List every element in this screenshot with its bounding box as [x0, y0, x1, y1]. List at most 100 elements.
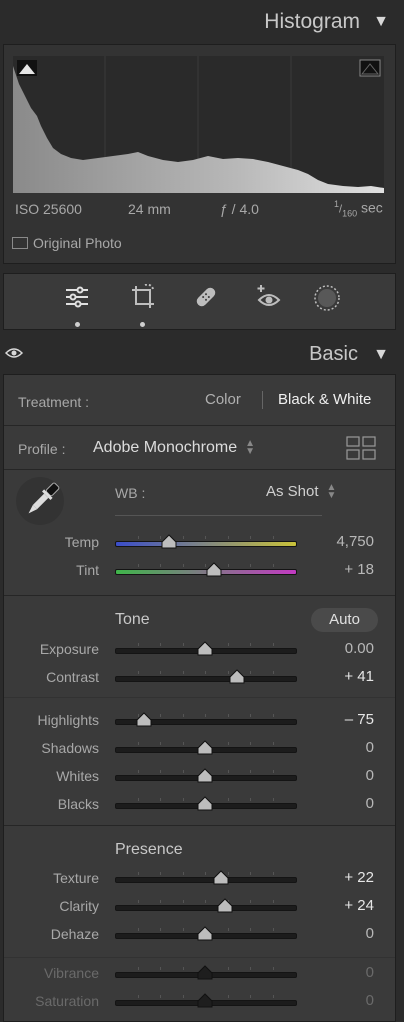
- crop-active-dot: [140, 322, 145, 327]
- histogram-title[interactable]: Histogram: [264, 10, 360, 34]
- masking-icon[interactable]: [313, 284, 341, 312]
- slider-tick: [272, 536, 274, 539]
- whites-slider-thumb[interactable]: [197, 768, 213, 784]
- shadows-slider-thumb[interactable]: [197, 740, 213, 756]
- tint-label: Tint: [76, 562, 99, 578]
- shadows-value[interactable]: 0: [314, 739, 374, 756]
- basic-title[interactable]: Basic: [309, 343, 358, 366]
- saturation-label: Saturation: [35, 993, 99, 1009]
- slider-tick: [182, 995, 184, 998]
- clarity-slider-thumb[interactable]: [217, 898, 233, 914]
- iso-info: ISO 25600: [15, 201, 82, 217]
- slider-tick: [250, 995, 251, 998]
- healing-icon[interactable]: [193, 284, 219, 310]
- slider-tick: [160, 967, 161, 970]
- slider-tick: [227, 643, 229, 646]
- treatment-bw-option[interactable]: Black & White: [278, 391, 371, 408]
- highlights-value[interactable]: – 75: [314, 711, 374, 728]
- contrast-slider-thumb[interactable]: [229, 669, 245, 685]
- slider-tick: [272, 714, 274, 717]
- temp-value[interactable]: 4,750: [314, 533, 374, 550]
- slider-tick: [227, 671, 229, 674]
- treatment-divider: [262, 391, 263, 409]
- whites-value[interactable]: 0: [314, 767, 374, 784]
- slider-tick: [182, 872, 184, 875]
- wb-picker-button[interactable]: [16, 477, 64, 525]
- edit-sliders-icon[interactable]: [64, 284, 90, 310]
- profile-browser-grid-icon[interactable]: [346, 436, 376, 460]
- basic-collapse-icon[interactable]: ▼: [373, 346, 389, 364]
- exposure-slider-thumb[interactable]: [197, 641, 213, 657]
- exposure-value[interactable]: 0.00: [314, 640, 374, 657]
- vibrance-slider-thumb[interactable]: [197, 965, 213, 981]
- slider-tick: [205, 872, 206, 875]
- slider-tick: [272, 967, 274, 970]
- slider-tick: [250, 643, 251, 646]
- blacks-slider-thumb[interactable]: [197, 796, 213, 812]
- slider-tick: [205, 714, 206, 717]
- original-photo-label: Original Photo: [33, 235, 122, 251]
- slider-tick: [137, 643, 139, 646]
- texture-value[interactable]: + 22: [314, 869, 374, 886]
- slider-tick: [250, 742, 251, 745]
- slider-tick: [227, 742, 229, 745]
- slider-tick: [205, 900, 206, 903]
- slider-tick: [227, 564, 229, 567]
- slider-tick: [160, 671, 161, 674]
- contrast-value[interactable]: + 41: [314, 668, 374, 685]
- tint-slider-thumb[interactable]: [206, 562, 222, 578]
- slider-tick: [227, 714, 229, 717]
- edit-active-dot: [75, 322, 80, 327]
- slider-tick: [250, 564, 251, 567]
- temp-slider-thumb[interactable]: [161, 534, 177, 550]
- contrast-slider[interactable]: [115, 676, 297, 682]
- temp-label: Temp: [64, 534, 99, 550]
- slider-tick: [227, 967, 229, 970]
- slider-tick: [250, 536, 251, 539]
- dehaze-value[interactable]: 0: [314, 925, 374, 942]
- profile-label: Profile :: [18, 441, 66, 457]
- contrast-label: Contrast: [46, 669, 99, 685]
- texture-slider[interactable]: [115, 877, 297, 883]
- tint-value[interactable]: + 18: [314, 561, 374, 578]
- histogram-panel: ISO 25600 24 mm ƒ / 4.0 1/160 sec Origin…: [3, 44, 396, 264]
- presence-label: Presence: [115, 841, 183, 858]
- histogram-collapse-icon[interactable]: ▼: [373, 13, 389, 31]
- checkbox-icon[interactable]: [12, 237, 28, 249]
- dehaze-label: Dehaze: [50, 926, 99, 942]
- vibrance-value[interactable]: 0: [314, 964, 374, 981]
- temp-slider[interactable]: [115, 541, 297, 547]
- highlights-label: Highlights: [37, 712, 99, 728]
- profile-select[interactable]: Adobe Monochrome ▲ ▼: [93, 439, 255, 457]
- histogram-graph[interactable]: [13, 56, 384, 193]
- visibility-eye-icon[interactable]: [5, 347, 23, 359]
- slider-tick: [182, 967, 184, 970]
- dehaze-slider-thumb[interactable]: [197, 926, 213, 942]
- saturation-slider-thumb[interactable]: [197, 993, 213, 1009]
- red-eye-icon[interactable]: [255, 284, 283, 310]
- texture-slider-thumb[interactable]: [213, 870, 229, 886]
- clarity-label: Clarity: [59, 898, 99, 914]
- slider-tick: [272, 900, 274, 903]
- slider-tick: [182, 900, 184, 903]
- slider-tick: [272, 742, 274, 745]
- aperture-info: ƒ / 4.0: [220, 201, 259, 217]
- crop-icon[interactable]: [130, 284, 156, 310]
- original-photo-toggle[interactable]: Original Photo: [12, 235, 122, 251]
- highlights-slider-thumb[interactable]: [136, 712, 152, 728]
- slider-tick: [272, 564, 274, 567]
- slider-tick: [137, 928, 139, 931]
- slider-tick: [137, 995, 139, 998]
- wb-select[interactable]: As Shot ▲ ▼: [266, 482, 336, 500]
- clarity-slider[interactable]: [115, 905, 297, 911]
- slider-tick: [160, 798, 161, 801]
- saturation-value[interactable]: 0: [314, 992, 374, 1009]
- vibrance-label: Vibrance: [43, 965, 99, 981]
- blacks-value[interactable]: 0: [314, 795, 374, 812]
- treatment-color-option[interactable]: Color: [205, 391, 241, 408]
- slider-tick: [182, 643, 184, 646]
- slider-tick: [182, 714, 184, 717]
- separator: [4, 469, 395, 470]
- clarity-value[interactable]: + 24: [314, 897, 374, 914]
- auto-button[interactable]: Auto: [311, 608, 378, 632]
